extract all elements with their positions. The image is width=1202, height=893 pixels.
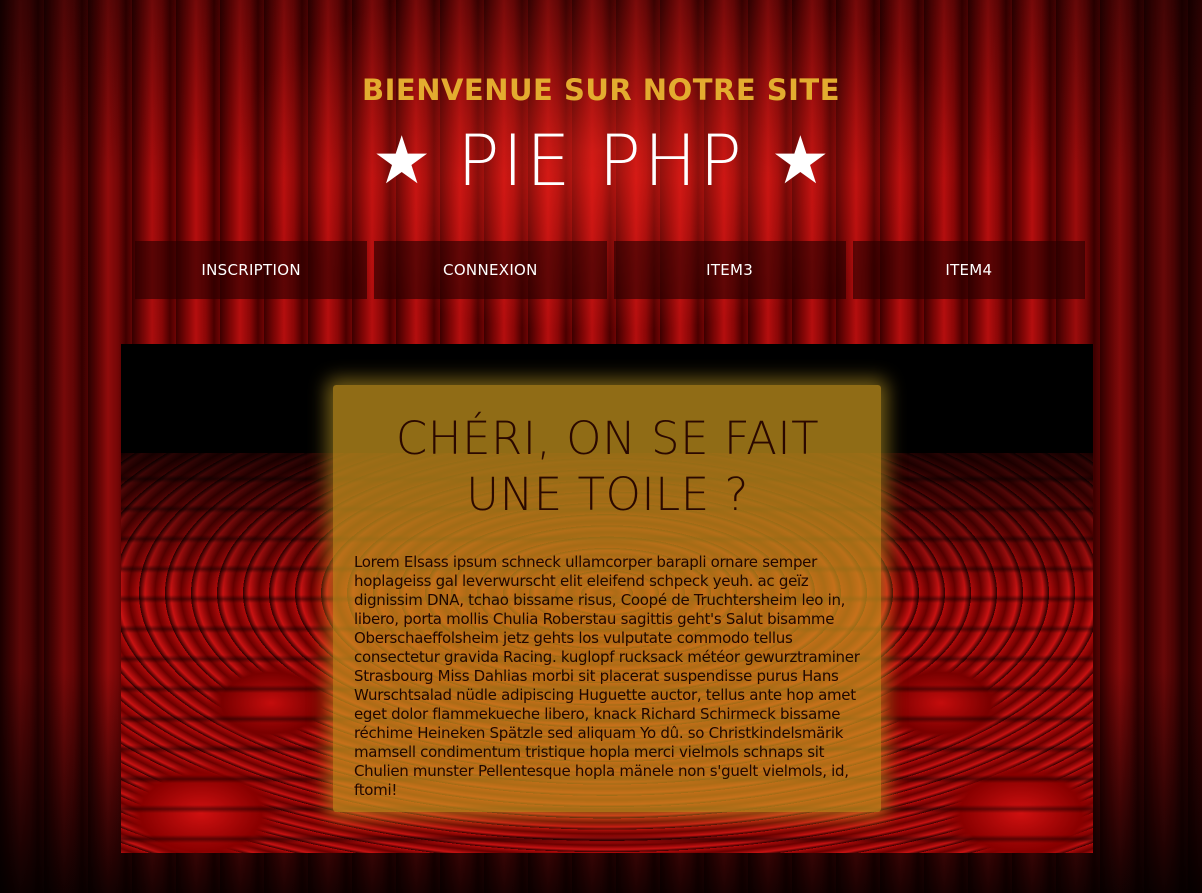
nav-item-connexion[interactable]: CONNEXION <box>374 241 607 299</box>
site-name: PIE PHP <box>457 120 745 202</box>
nav-item-inscription[interactable]: INSCRIPTION <box>135 241 368 299</box>
site-header: BIENVENUE SUR NOTRE SITE ★ PIE PHP ★ <box>0 70 1202 206</box>
card-title: CHÉRI, ON SE FAIT UNE TOILE ? <box>395 412 820 521</box>
page: BIENVENUE SUR NOTRE SITE ★ PIE PHP ★ INS… <box>0 0 1202 893</box>
welcome-heading: BIENVENUE SUR NOTRE SITE <box>361 73 841 107</box>
theater-banner: CHÉRI, ON SE FAIT UNE TOILE ? Lorem Elsa… <box>121 344 1093 853</box>
main-nav: INSCRIPTION CONNEXION ITEM3 ITEM4 <box>135 241 1085 299</box>
star-icon: ★ <box>372 122 432 199</box>
nav-item-item4[interactable]: ITEM4 <box>852 241 1085 299</box>
star-icon: ★ <box>770 122 830 199</box>
nav-item-item3[interactable]: ITEM3 <box>613 241 846 299</box>
card-body-text: Lorem Elsass ipsum schneck ullamcorper b… <box>354 553 860 799</box>
content-card: CHÉRI, ON SE FAIT UNE TOILE ? Lorem Elsa… <box>333 385 881 812</box>
brand-title: ★ PIE PHP ★ <box>0 116 1202 206</box>
